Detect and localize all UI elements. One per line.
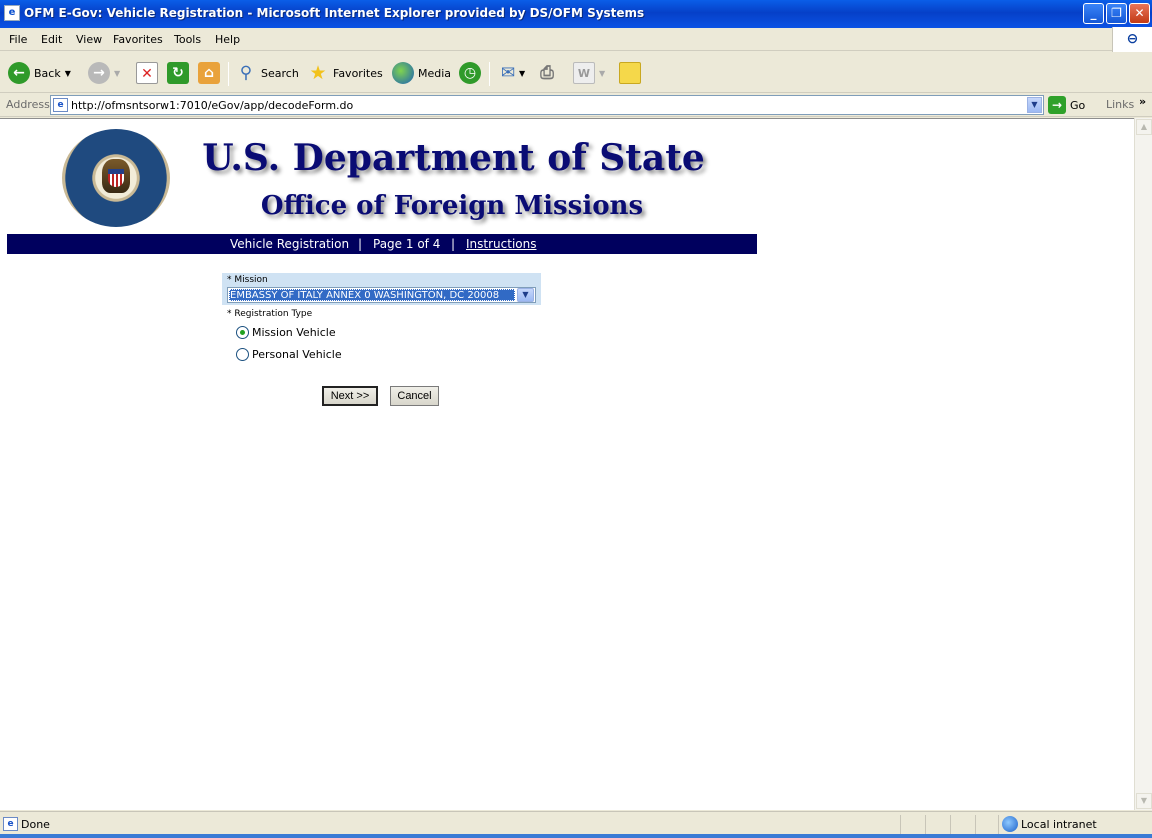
standard-toolbar: ← Back ▼ → ▼ ✕ ↻ ⌂ ⚲ Search ★ Favorites … bbox=[0, 52, 1152, 93]
menu-bar: File Edit View Favorites Tools Help bbox=[0, 28, 1152, 51]
cancel-button[interactable]: Cancel bbox=[390, 386, 439, 406]
scroll-up-icon[interactable]: ▲ bbox=[1136, 119, 1152, 135]
home-icon: ⌂ bbox=[198, 62, 220, 84]
address-bar: Address e http://ofmsntsorw1:7010/eGov/a… bbox=[0, 94, 1152, 117]
links-chevron-icon[interactable]: » bbox=[1139, 95, 1146, 108]
mission-select[interactable]: EMBASSY OF ITALY ANNEX 0 WASHINGTON, DC … bbox=[227, 287, 536, 303]
nav-page-indicator: Page 1 of 4 bbox=[373, 237, 441, 251]
mail-dropdown-icon[interactable]: ▼ bbox=[519, 69, 525, 78]
note-icon bbox=[619, 62, 641, 84]
mission-panel: * Mission EMBASSY OF ITALY ANNEX 0 WASHI… bbox=[222, 273, 541, 305]
window-title: OFM E-Gov: Vehicle Registration - Micros… bbox=[24, 6, 645, 20]
printer-icon: ⎙ bbox=[540, 63, 554, 83]
windows-logo-icon: ⊖ bbox=[1112, 27, 1152, 52]
radio-label: Mission Vehicle bbox=[252, 326, 336, 339]
instructions-link[interactable]: Instructions bbox=[466, 237, 536, 251]
forward-dropdown-icon[interactable]: ▼ bbox=[114, 69, 120, 78]
edit-button[interactable]: W ▼ bbox=[573, 60, 605, 86]
print-button[interactable]: ⎙ bbox=[536, 60, 558, 86]
back-dropdown-icon[interactable]: ▼ bbox=[65, 69, 71, 78]
intranet-zone-icon bbox=[1002, 816, 1018, 832]
forward-button[interactable]: → ▼ bbox=[88, 60, 120, 86]
page-heading: U.S. Department of State bbox=[202, 137, 705, 179]
status-pane bbox=[925, 815, 950, 835]
stop-button[interactable]: ✕ bbox=[136, 60, 158, 86]
scroll-down-icon[interactable]: ▼ bbox=[1136, 793, 1152, 809]
taskbar-edge bbox=[0, 834, 1152, 838]
back-button[interactable]: ← Back ▼ bbox=[8, 60, 71, 86]
home-button[interactable]: ⌂ bbox=[198, 60, 220, 86]
status-pane bbox=[950, 815, 975, 835]
status-text: Done bbox=[21, 818, 50, 831]
favorites-star-icon: ★ bbox=[309, 62, 327, 84]
word-edit-icon: W bbox=[573, 62, 595, 84]
status-pane bbox=[900, 815, 925, 835]
menu-help[interactable]: Help bbox=[215, 33, 240, 46]
links-button[interactable]: Links bbox=[1106, 98, 1134, 111]
radio-label: Personal Vehicle bbox=[252, 348, 342, 361]
messenger-button[interactable] bbox=[619, 60, 641, 86]
address-input[interactable]: e http://ofmsntsorw1:7010/eGov/app/decod… bbox=[50, 95, 1044, 115]
toolbar-separator bbox=[228, 62, 229, 86]
page-subheading: Office of Foreign Missions bbox=[260, 191, 644, 221]
page-done-icon: e bbox=[3, 817, 18, 831]
menu-favorites[interactable]: Favorites bbox=[113, 33, 163, 46]
menu-tools[interactable]: Tools bbox=[174, 33, 201, 46]
search-icon: ⚲ bbox=[239, 63, 253, 83]
vertical-scrollbar[interactable]: ▲ ▼ bbox=[1134, 118, 1152, 810]
address-url[interactable]: http://ofmsntsorw1:7010/eGov/app/decodeF… bbox=[71, 99, 353, 112]
registration-type-label: * Registration Type bbox=[227, 309, 313, 319]
mail-button[interactable]: ✉ ▼ bbox=[497, 60, 525, 86]
chevron-down-icon[interactable]: ▼ bbox=[517, 288, 534, 302]
radio-personal-vehicle[interactable]: Personal Vehicle bbox=[236, 348, 342, 361]
edit-dropdown-icon[interactable]: ▼ bbox=[599, 69, 605, 78]
nav-separator: | bbox=[451, 237, 456, 251]
toolbar-separator bbox=[489, 62, 490, 86]
menu-view[interactable]: View bbox=[76, 33, 102, 46]
back-arrow-icon: ← bbox=[8, 62, 30, 84]
page-icon: e bbox=[53, 98, 68, 112]
ie-icon: e bbox=[4, 5, 20, 21]
history-button[interactable]: ◷ bbox=[459, 60, 481, 86]
radio-button-checked[interactable] bbox=[236, 326, 249, 339]
go-button[interactable]: → Go bbox=[1048, 96, 1085, 114]
address-label: Address bbox=[6, 98, 50, 111]
favorites-button[interactable]: ★ Favorites bbox=[307, 60, 382, 86]
stop-icon: ✕ bbox=[136, 62, 158, 84]
minimize-button[interactable]: _ bbox=[1083, 3, 1104, 24]
close-button[interactable]: ✕ bbox=[1129, 3, 1150, 24]
maximize-button[interactable]: ❐ bbox=[1106, 3, 1127, 24]
mission-selected-value: EMBASSY OF ITALY ANNEX 0 WASHINGTON, DC … bbox=[229, 289, 515, 301]
refresh-button[interactable]: ↻ bbox=[167, 60, 189, 86]
media-globe-icon bbox=[392, 62, 414, 84]
menu-file[interactable]: File bbox=[9, 33, 27, 46]
mission-label: * Mission bbox=[227, 275, 268, 285]
security-zone: Local intranet bbox=[1021, 818, 1097, 831]
mail-envelope-icon: ✉ bbox=[500, 63, 516, 83]
nav-section: Vehicle Registration bbox=[230, 237, 350, 251]
history-icon: ◷ bbox=[459, 62, 481, 84]
window-titlebar[interactable]: e OFM E-Gov: Vehicle Registration - Micr… bbox=[0, 0, 1152, 28]
nav-separator: | bbox=[358, 237, 363, 251]
menu-edit[interactable]: Edit bbox=[41, 33, 62, 46]
search-button[interactable]: ⚲ Search bbox=[235, 60, 299, 86]
page-nav-bar: Vehicle Registration | Page 1 of 4 | Ins… bbox=[7, 234, 757, 254]
radio-button[interactable] bbox=[236, 348, 249, 361]
radio-mission-vehicle[interactable]: Mission Vehicle bbox=[236, 326, 336, 339]
forward-arrow-icon: → bbox=[88, 62, 110, 84]
next-button[interactable]: Next >> bbox=[322, 386, 378, 406]
refresh-icon: ↻ bbox=[167, 62, 189, 84]
status-pane bbox=[975, 815, 998, 835]
page-content: U.S. Department of State Office of Forei… bbox=[0, 118, 1134, 810]
go-arrow-icon: → bbox=[1048, 96, 1066, 114]
address-dropdown-icon[interactable]: ▼ bbox=[1027, 97, 1042, 113]
media-button[interactable]: Media bbox=[392, 60, 451, 86]
